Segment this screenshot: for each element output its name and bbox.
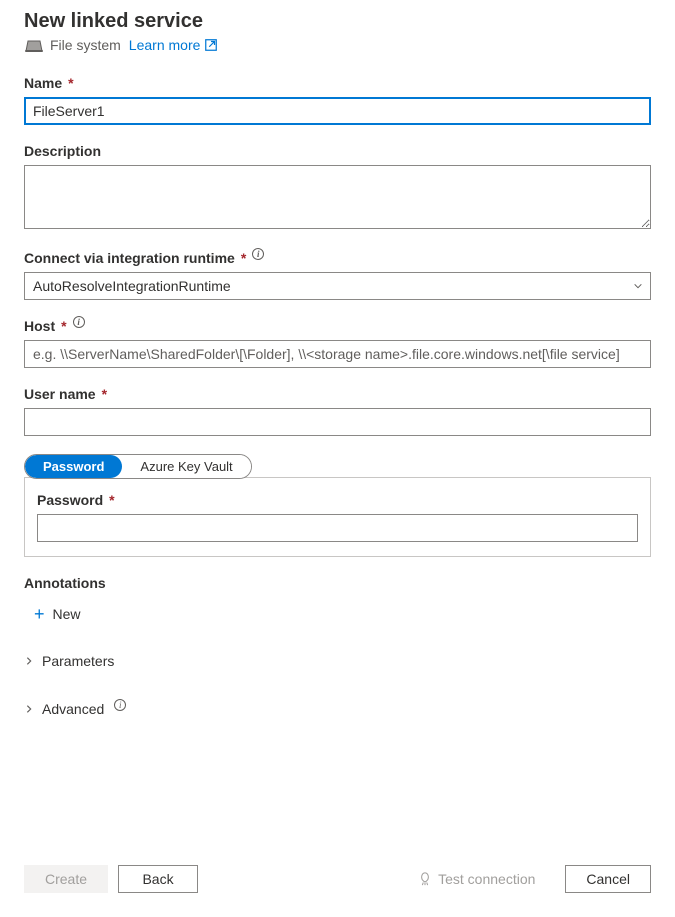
tab-azure-key-vault[interactable]: Azure Key Vault [122,455,250,478]
info-icon[interactable]: i [252,248,264,260]
runtime-label: Connect via integration runtime* i [24,250,651,266]
advanced-label: Advanced [42,701,104,717]
parameters-section-toggle[interactable]: Parameters [24,647,114,675]
test-connection-label: Test connection [438,871,535,887]
cancel-button[interactable]: Cancel [565,865,651,893]
required-asterisk: * [109,492,114,508]
description-input[interactable] [24,165,651,229]
external-link-icon [204,38,218,52]
plus-icon: + [34,605,45,623]
add-annotation-button[interactable]: + New [30,601,85,627]
required-asterisk: * [68,75,73,91]
required-asterisk: * [241,250,246,266]
page-title: New linked service [24,10,651,33]
footer: Create Back Test connection Cancel [24,849,651,917]
password-panel: Password* [24,477,651,557]
chevron-right-icon [24,704,34,714]
chevron-right-icon [24,656,34,666]
description-label: Description [24,143,651,159]
subtitle-text: File system [50,37,121,53]
learn-more-text: Learn more [129,37,201,53]
name-label: Name* [24,75,651,91]
username-label: User name* [24,386,651,402]
credential-type-toggle: Password Azure Key Vault [24,454,252,479]
create-button: Create [24,865,108,893]
back-button[interactable]: Back [118,865,198,893]
info-icon[interactable]: i [73,316,85,328]
parameters-label: Parameters [42,653,114,669]
required-asterisk: * [102,386,107,402]
required-asterisk: * [61,318,66,334]
subtitle-row: File system Learn more [24,37,651,53]
file-system-icon [24,39,42,51]
tab-password[interactable]: Password [25,455,122,478]
learn-more-link[interactable]: Learn more [129,37,219,53]
runtime-select[interactable] [24,272,651,300]
rocket-icon [418,872,432,886]
annotations-heading: Annotations [24,575,651,591]
name-input[interactable] [24,97,651,125]
password-label: Password* [37,492,638,508]
username-input[interactable] [24,408,651,436]
info-icon[interactable]: i [114,699,126,711]
test-connection-button: Test connection [398,866,555,892]
host-input[interactable] [24,340,651,368]
advanced-section-toggle[interactable]: Advanced i [24,695,126,723]
host-label: Host* i [24,318,651,334]
new-annotation-label: New [53,606,81,622]
password-input[interactable] [37,514,638,542]
